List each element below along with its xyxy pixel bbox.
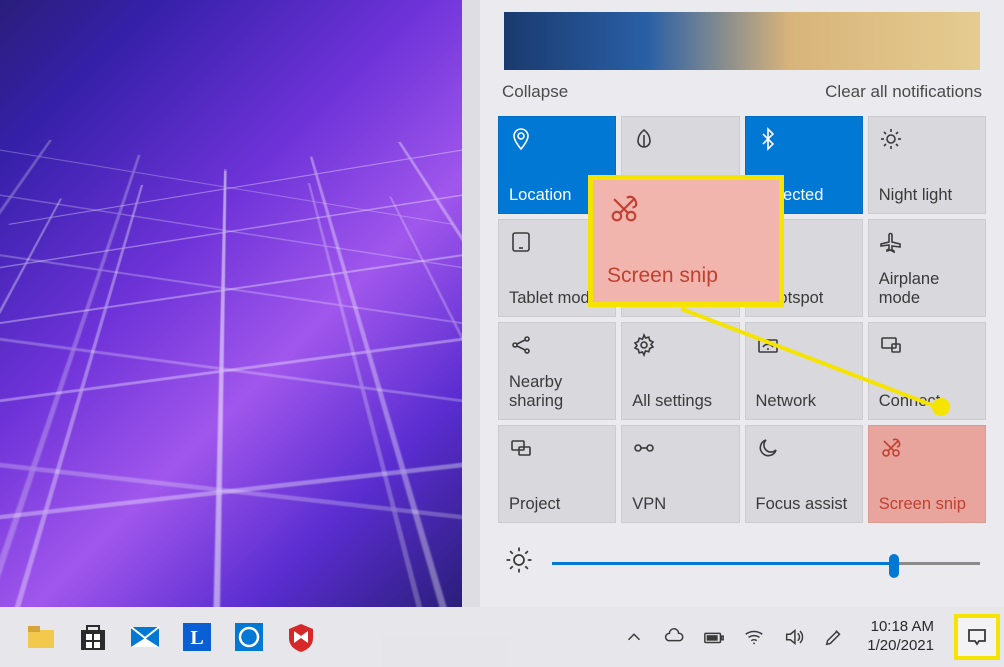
lenovo-app-icon[interactable]: L [174, 614, 220, 660]
callout-leader-dot [932, 398, 950, 416]
app-icon-blue[interactable] [226, 614, 272, 660]
brightness-slider[interactable] [552, 553, 980, 573]
quick-action-screen-snip[interactable]: Screen snip [868, 425, 986, 523]
quick-action-all-settings[interactable]: All settings [621, 322, 739, 420]
screen-snip-callout: Screen snip [588, 175, 784, 307]
mcafee-icon[interactable] [278, 614, 324, 660]
battery-icon[interactable] [701, 624, 727, 650]
clock-date: 1/20/2021 [867, 637, 934, 656]
brightness-thumb[interactable] [889, 554, 899, 578]
leaf-icon [632, 127, 728, 153]
sun-icon [879, 127, 975, 153]
mail-icon[interactable] [122, 614, 168, 660]
taskbar: L 10:18 AM 1/20/2021 [0, 607, 1004, 667]
vpn-icon [632, 436, 728, 462]
tile-label: Airplane mode [879, 270, 975, 308]
brightness-slider-row [498, 545, 986, 580]
moon-icon [756, 436, 852, 462]
tile-label: Network [756, 392, 852, 411]
tile-label: Nearby sharing [509, 373, 605, 411]
wifi-icon[interactable] [741, 624, 767, 650]
bluetooth-icon [756, 127, 852, 153]
tile-label: VPN [632, 495, 728, 514]
airplane-icon [879, 230, 975, 256]
quick-action-airplane-mode[interactable]: Airplane mode [868, 219, 986, 317]
location-icon [509, 127, 605, 153]
desktop-wallpaper [0, 0, 462, 607]
gear-icon [632, 333, 728, 359]
tile-label: Screen snip [879, 495, 975, 514]
file-explorer-icon[interactable] [18, 614, 64, 660]
onedrive-icon[interactable] [661, 624, 687, 650]
quick-action-focus-assist[interactable]: Focus assist [745, 425, 863, 523]
brightness-fill [552, 562, 894, 565]
collapse-link[interactable]: Collapse [502, 82, 568, 102]
snip-icon [879, 436, 975, 462]
volume-icon[interactable] [781, 624, 807, 650]
quick-action-project[interactable]: Project [498, 425, 616, 523]
callout-label: Screen snip [607, 264, 765, 288]
clock-time: 10:18 AM [871, 618, 934, 637]
connect-icon [879, 333, 975, 359]
project-icon [509, 436, 605, 462]
tray-chevron-up-icon[interactable] [621, 624, 647, 650]
clear-notifications-link[interactable]: Clear all notifications [825, 82, 982, 102]
tile-label: Project [509, 495, 605, 514]
quick-action-vpn[interactable]: VPN [621, 425, 739, 523]
action-center-button[interactable] [954, 614, 1000, 660]
quick-action-night-light[interactable]: Night light [868, 116, 986, 214]
microsoft-store-icon[interactable] [70, 614, 116, 660]
notification-thumbnail[interactable] [504, 12, 980, 70]
brightness-icon [504, 545, 534, 580]
tile-label: All settings [632, 392, 728, 411]
tile-label: Focus assist [756, 495, 852, 514]
share-icon [509, 333, 605, 359]
taskbar-clock[interactable]: 10:18 AM 1/20/2021 [867, 618, 934, 656]
snip-icon [607, 192, 765, 232]
tile-label: Night light [879, 186, 975, 205]
pen-ink-icon[interactable] [821, 624, 847, 650]
quick-action-nearby-sharing[interactable]: Nearby sharing [498, 322, 616, 420]
svg-text:L: L [190, 627, 203, 649]
